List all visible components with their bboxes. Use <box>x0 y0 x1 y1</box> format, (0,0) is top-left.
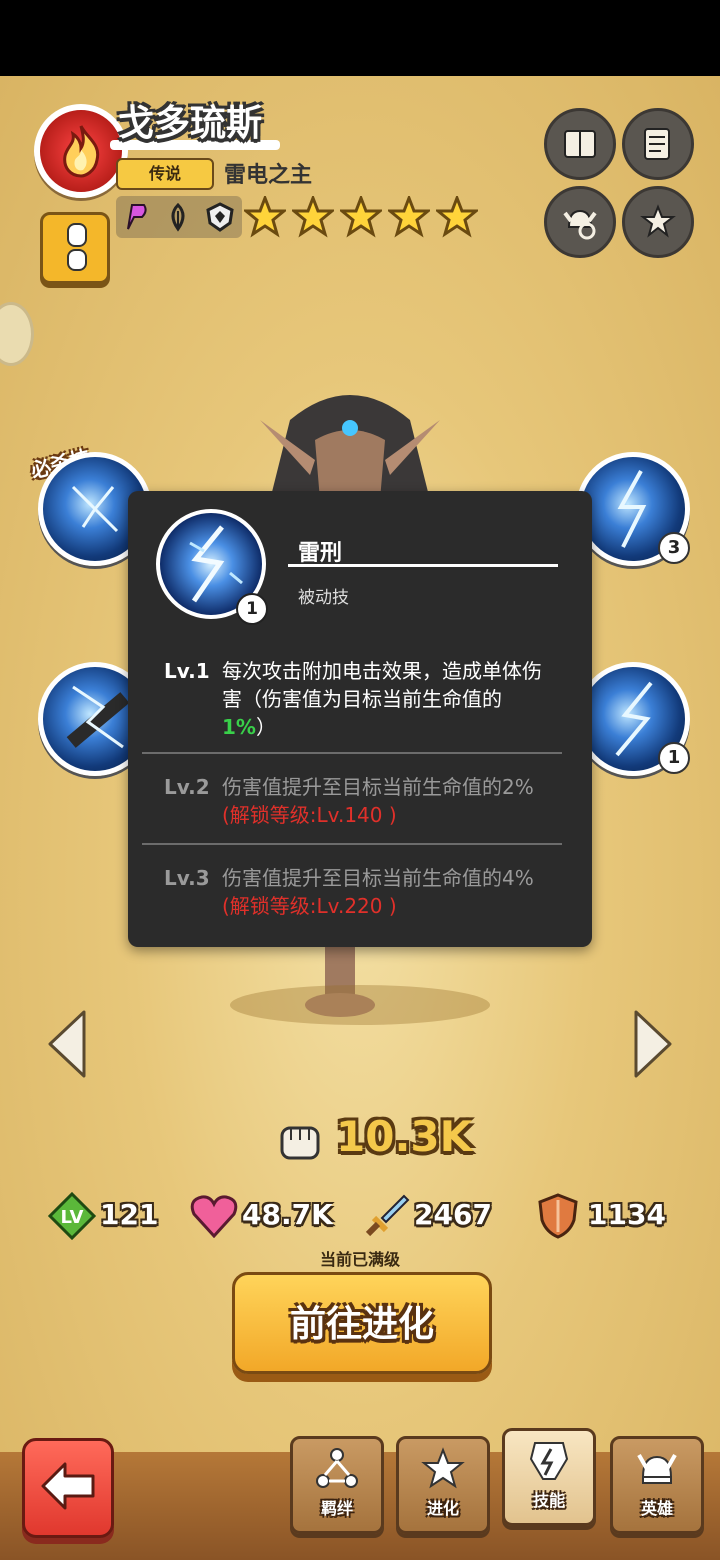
p-trait-icon <box>127 204 147 230</box>
book-button[interactable] <box>544 108 616 180</box>
hero-name: 戈多琉斯 <box>118 103 263 144</box>
tab-label: 技能 <box>532 1491 565 1510</box>
back-button[interactable] <box>22 1438 114 1538</box>
level-tag: Lv.1 <box>164 659 210 683</box>
level-text: 伤害值提升至目标当前生命值的2% <box>222 775 534 799</box>
hero-swap-button[interactable] <box>544 186 616 258</box>
info-button[interactable] <box>40 212 110 284</box>
traits-box[interactable] <box>116 196 242 238</box>
element-badge <box>34 104 128 198</box>
level-diamond-icon: LV <box>48 1192 96 1240</box>
popup-skill-level-badge: 1 <box>236 593 268 625</box>
hero-title: 雷电之主 <box>224 163 313 188</box>
defense-value: 1134 <box>588 1198 666 1231</box>
tab-label: 英雄 <box>640 1499 673 1518</box>
next-hero-arrow[interactable] <box>632 1008 676 1080</box>
divider <box>142 843 562 845</box>
heart-icon <box>190 1195 238 1238</box>
skill-level-badge: 3 <box>658 532 690 564</box>
skill-detail-popup: 1 雷刑 被动技 Lv.1 每次攻击附加电击效果，造成单体伤害（伤害值为目标当前… <box>128 491 592 947</box>
hp-value: 48.7K <box>242 1198 333 1231</box>
star-icon <box>340 196 382 238</box>
back-arrow-icon <box>41 1462 95 1510</box>
skill-level-badge: 1 <box>658 742 690 774</box>
tab-label: 进化 <box>426 1499 459 1518</box>
skill-name-underline <box>288 564 558 567</box>
helmet-refresh-icon <box>563 209 597 240</box>
level-text: 每次攻击附加电击效果，造成单体伤害（伤害值为目标当前生命值的 <box>222 659 542 711</box>
shield-trait-icon <box>206 202 234 232</box>
divider <box>142 752 562 754</box>
max-level-note: 当前已满级 <box>319 1250 400 1269</box>
tab-hero[interactable]: 英雄 <box>610 1436 704 1534</box>
star-refresh-icon <box>640 204 676 238</box>
level-badge-text: LV <box>61 1207 84 1228</box>
rarity-badge: 传说 <box>116 158 214 190</box>
level-text-end: ） <box>255 715 276 739</box>
prev-hero-arrow[interactable] <box>44 1008 88 1080</box>
tab-skill[interactable]: 技能 <box>502 1428 596 1526</box>
leaf-trait-icon <box>171 202 185 232</box>
star-icon <box>244 196 286 238</box>
info-icon <box>67 223 87 247</box>
skill-name: 雷刑 <box>298 541 343 566</box>
level-tag: Lv.2 <box>164 775 210 799</box>
fist-icon <box>280 1126 320 1160</box>
evolve-button-label: 前往进化 <box>289 1304 434 1345</box>
level-2-row: Lv.2 伤害值提升至目标当前生命值的2% (解锁等级:Lv.140 ) <box>164 773 564 829</box>
level-1-row: Lv.1 每次攻击附加电击效果，造成单体伤害（伤害值为目标当前生命值的 1%） <box>164 657 564 741</box>
unlock-requirement: (解锁等级:Lv.140 ) <box>222 803 397 827</box>
evolve-star-icon <box>421 1447 465 1489</box>
info-icon-dot <box>67 249 87 271</box>
evolve-button[interactable]: 前往进化 <box>232 1272 492 1374</box>
damage-percent-highlight: 1% <box>222 715 256 739</box>
star-icon <box>292 196 334 238</box>
level-3-row: Lv.3 伤害值提升至目标当前生命值的4% (解锁等级:Lv.220 ) <box>164 864 564 920</box>
tab-bond[interactable]: 羁绊 <box>290 1436 384 1534</box>
level-tag: Lv.3 <box>164 866 210 890</box>
star-reset-button[interactable] <box>622 186 694 258</box>
sword-icon <box>365 1194 410 1237</box>
star-icon <box>436 196 478 238</box>
shield-icon <box>538 1193 578 1239</box>
scroll-button[interactable] <box>622 108 694 180</box>
tab-label: 羁绊 <box>320 1499 353 1518</box>
skill-icon <box>529 1442 569 1480</box>
status-bar <box>0 0 720 76</box>
star-icon <box>388 196 430 238</box>
attack-value: 2467 <box>414 1198 492 1231</box>
fire-icon <box>63 125 100 178</box>
bond-icon <box>316 1448 358 1488</box>
level-description: 每次攻击附加电击效果，造成单体伤害（伤害值为目标当前生命值的 1%） <box>222 657 552 741</box>
hero-shadow <box>230 985 490 1025</box>
level-description: 伤害值提升至目标当前生命值的2% (解锁等级:Lv.140 ) <box>222 773 552 829</box>
tab-evolve[interactable]: 进化 <box>396 1436 490 1534</box>
power-value: 10.3K <box>336 1112 473 1161</box>
book-icon <box>564 130 596 158</box>
level-description: 伤害值提升至目标当前生命值的4% (解锁等级:Lv.220 ) <box>222 864 552 920</box>
level-value: 121 <box>100 1198 159 1231</box>
unlock-requirement: (解锁等级:Lv.220 ) <box>222 894 397 918</box>
level-text: 伤害值提升至目标当前生命值的4% <box>222 866 534 890</box>
scroll-icon <box>644 128 670 160</box>
skill-type: 被动技 <box>298 588 349 608</box>
hero-helmet-icon <box>637 1454 677 1484</box>
